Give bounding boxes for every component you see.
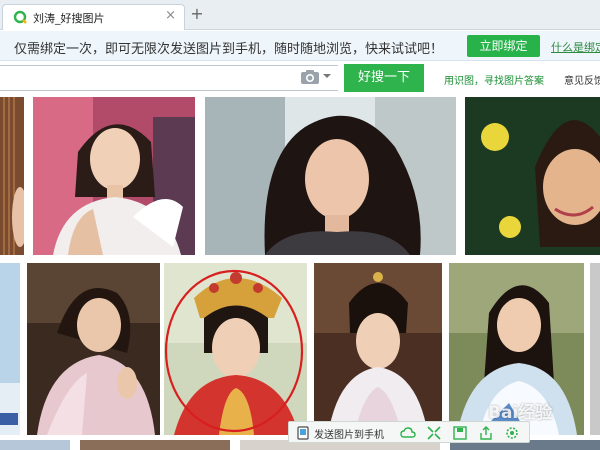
photo-thumbnail <box>0 263 20 435</box>
photo-thumbnail <box>314 263 442 435</box>
feedback-link[interactable]: 意见反馈 <box>564 72 600 87</box>
image-result[interactable] <box>0 263 20 435</box>
settings-icon[interactable] <box>504 425 520 441</box>
search-bar: 好搜一下 用识图，寻找图片答案 意见反馈 <box>0 61 600 95</box>
tab-strip: 刘涛_好搜图片 × + <box>0 0 600 30</box>
image-result[interactable] <box>314 263 442 435</box>
photo-thumbnail <box>205 97 456 255</box>
search-input[interactable] <box>0 65 338 91</box>
send-to-phone-label[interactable]: 发送图片到手机 <box>314 426 384 441</box>
image-result[interactable] <box>27 263 160 435</box>
photo-thumbnail <box>465 97 600 255</box>
new-tab-button[interactable]: + <box>190 6 204 22</box>
phone-send-icon[interactable] <box>295 425 311 441</box>
camera-icon[interactable] <box>300 69 320 85</box>
image-identify-link[interactable]: 用识图，寻找图片答案 <box>444 72 544 87</box>
image-result[interactable] <box>164 263 307 435</box>
image-action-toolbar: 发送图片到手机 <box>288 421 530 443</box>
photo-thumbnail <box>164 263 307 435</box>
image-results-grid <box>0 95 600 450</box>
share-icon[interactable] <box>478 425 494 441</box>
save-icon[interactable] <box>452 425 468 441</box>
photo-thumbnail <box>27 263 160 435</box>
image-result[interactable] <box>0 97 24 255</box>
image-result[interactable] <box>590 263 600 435</box>
photo-thumbnail <box>33 97 195 255</box>
expand-icon[interactable] <box>426 425 442 441</box>
browser-tab[interactable]: 刘涛_好搜图片 × <box>2 4 185 30</box>
chevron-down-icon[interactable] <box>322 71 332 81</box>
promo-bar: 仅需绑定一次，即可无限次发送图片到手机，随时随地浏览，快来试试吧！ 立即绑定 什… <box>0 31 600 61</box>
baidu-jingyan-watermark: Bai经验 <box>488 403 553 423</box>
search-button[interactable]: 好搜一下 <box>344 64 424 92</box>
haosou-logo-icon <box>13 10 27 24</box>
photo-thumbnail <box>0 97 24 255</box>
promo-text: 仅需绑定一次，即可无限次发送图片到手机，随时随地浏览，快来试试吧！ <box>14 42 444 57</box>
bind-now-button[interactable]: 立即绑定 <box>467 35 540 57</box>
what-is-binding-link[interactable]: 什么是绑定 <box>551 39 600 55</box>
tab-title: 刘涛_好搜图片 <box>33 12 105 25</box>
image-result[interactable] <box>205 97 456 255</box>
image-result[interactable] <box>465 97 600 255</box>
close-tab-icon[interactable]: × <box>165 8 176 23</box>
image-result[interactable] <box>33 97 195 255</box>
cloud-icon[interactable] <box>400 425 416 441</box>
